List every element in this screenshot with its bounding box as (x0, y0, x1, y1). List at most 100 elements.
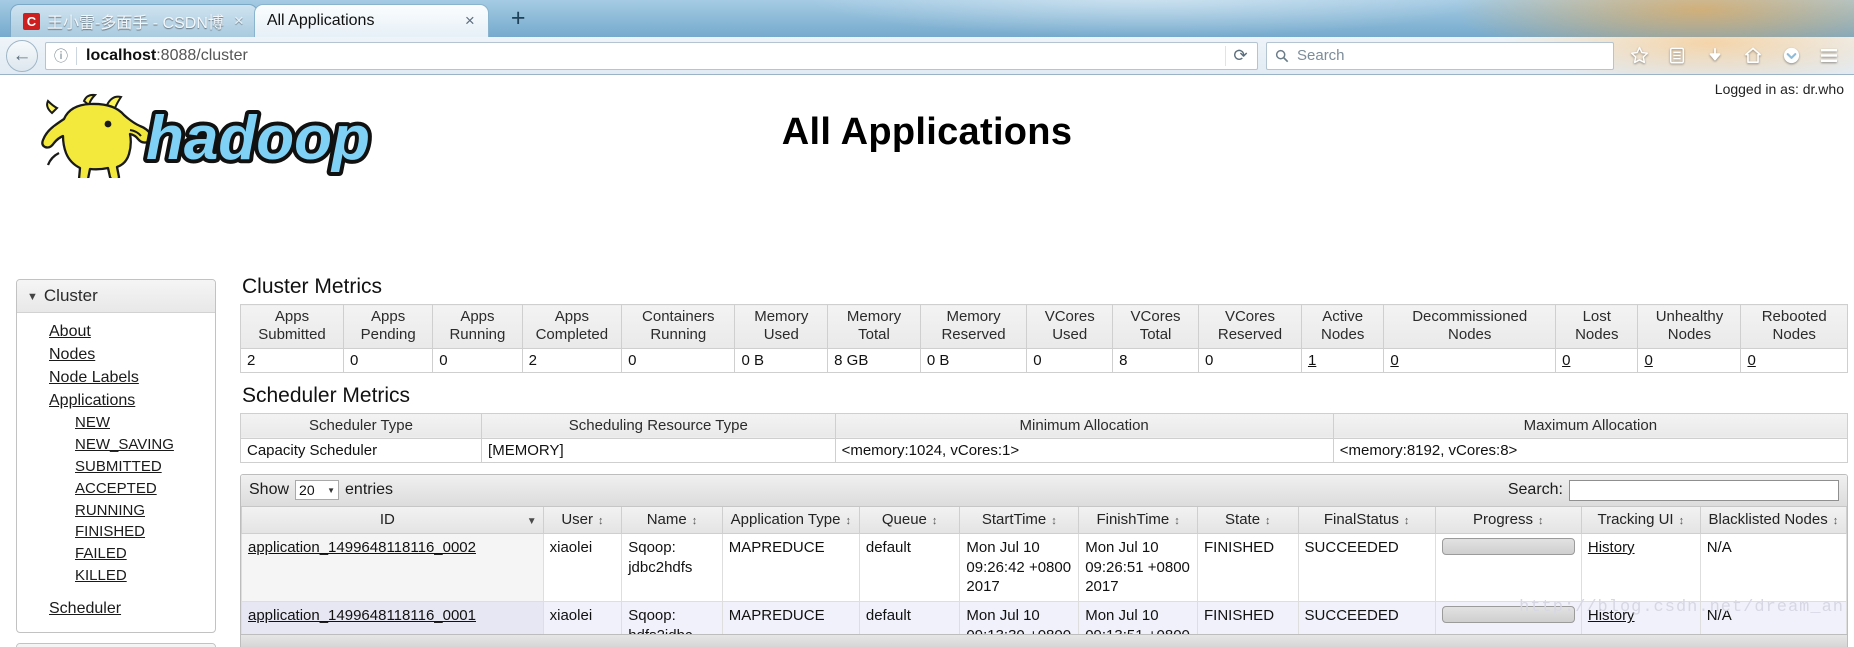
search-bar[interactable]: Search (1266, 41, 1614, 70)
sidebar-item-state-running[interactable]: RUNNING (17, 500, 215, 522)
tracking-ui-link[interactable]: History (1588, 539, 1635, 556)
cell-minimum-allocation: <memory:1024, vCores:1> (834, 437, 1334, 463)
sidebar-item-nodes[interactable]: Nodes (17, 343, 215, 366)
col-memory-total: Memory Total (827, 304, 921, 349)
sidebar-item-node-labels[interactable]: Node Labels (17, 366, 215, 389)
col-finish-time[interactable]: FinishTime ↕ (1078, 506, 1199, 534)
col-maximum-allocation: Maximum Allocation (1332, 412, 1849, 439)
sort-icon: ↕ (1174, 514, 1180, 527)
browser-tab-csdn[interactable]: C 王小雷-多面手 - CSDN博 × (10, 4, 258, 37)
col-memory-reserved: Memory Reserved (919, 304, 1028, 349)
url-bar[interactable]: ⓘ localhost:8088/cluster ⟳ (45, 41, 1258, 70)
rebooted-nodes-link[interactable]: 0 (1747, 352, 1755, 369)
application-id-link[interactable]: application_1499648118116_0001 (248, 607, 476, 624)
sort-icon: ↕ (598, 514, 604, 527)
col-vcores-total: VCores Total (1112, 304, 1199, 349)
col-state[interactable]: State ↕ (1197, 506, 1299, 534)
datatable-toolbar: Show 20 ▼ entries Search: (241, 474, 1847, 507)
sort-icon: ↕ (1832, 514, 1839, 527)
col-name[interactable]: Name ↕ (621, 506, 723, 534)
col-apps-pending: Apps Pending (342, 304, 434, 349)
table-row: 2 0 0 2 0 0 B 8 GB 0 B 0 8 0 1 0 0 0 0 (240, 347, 1848, 373)
sidebar: ▼ Cluster About Nodes Node Labels Applica… (16, 279, 216, 647)
col-apps-running: Apps Running (432, 304, 523, 349)
sidebar-item-state-killed[interactable]: KILLED (17, 565, 215, 587)
search-filter-control: Search: (1507, 479, 1839, 501)
cell-apps-running: 0 (432, 347, 523, 373)
back-icon[interactable]: ← (6, 39, 38, 72)
unhealthy-nodes-link[interactable]: 0 (1644, 352, 1652, 369)
bookmark-star-icon[interactable] (1620, 40, 1658, 72)
menu-icon[interactable] (1810, 40, 1848, 72)
sidebar-item-state-finished[interactable]: FINISHED (17, 521, 215, 543)
logged-in-status: Logged in as: dr.who (1714, 81, 1844, 97)
sync-icon[interactable] (1772, 40, 1810, 72)
col-unhealthy-nodes: Unhealthy Nodes (1637, 304, 1742, 349)
col-id[interactable]: ID ▼ (241, 506, 544, 534)
col-start-time[interactable]: StartTime ↕ (959, 506, 1080, 534)
sort-icon: ↕ (691, 514, 698, 527)
sidebar-item-state-new-saving[interactable]: NEW_SAVING (17, 434, 215, 456)
entries-label: entries (345, 481, 394, 499)
page-length-select[interactable]: 20 ▼ (295, 480, 340, 501)
tracking-ui-link[interactable]: History (1588, 607, 1635, 624)
table-row: application_1499648118116_0002 xiaolei S… (241, 532, 1847, 603)
csdn-favicon-icon: C (23, 12, 40, 30)
download-icon[interactable] (1696, 40, 1734, 72)
lost-nodes-link[interactable]: 0 (1562, 352, 1570, 369)
sort-icon: ↕ (1051, 514, 1057, 527)
col-queue[interactable]: Queue ↕ (858, 506, 961, 534)
info-icon[interactable]: ⓘ (54, 46, 68, 66)
sidebar-item-state-failed[interactable]: FAILED (17, 543, 215, 565)
col-application-type[interactable]: Application Type ↕ (721, 506, 860, 534)
url-text: localhost:8088/cluster (86, 47, 1225, 65)
new-tab-button[interactable]: + (495, 6, 542, 37)
sidebar-item-applications[interactable]: Applications (17, 389, 215, 412)
show-label: Show (249, 481, 290, 499)
page-length-control: Show 20 ▼ entries (249, 480, 394, 501)
col-apps-completed: Apps Completed (521, 304, 623, 349)
cell-lost-nodes: 0 (1555, 347, 1639, 373)
decommissioned-nodes-link[interactable]: 0 (1390, 352, 1398, 369)
sort-icon: ↕ (1538, 514, 1544, 527)
sort-icon: ↕ (1265, 514, 1271, 527)
col-blacklisted-nodes[interactable]: Blacklisted Nodes ↕ (1699, 506, 1847, 534)
col-final-status[interactable]: FinalStatus ↕ (1297, 506, 1436, 534)
chevron-down-icon: ▼ (27, 290, 38, 303)
search-label: Search: (1507, 481, 1563, 499)
sort-icon: ↕ (1403, 514, 1410, 527)
sidebar-item-state-accepted[interactable]: ACCEPTED (17, 478, 215, 500)
cell-scheduling-resource-type: [MEMORY] (481, 437, 836, 463)
col-containers-running: Containers Running (621, 304, 736, 349)
progress-bar (1441, 537, 1575, 555)
close-icon[interactable]: × (462, 11, 478, 31)
tab-strip: C 王小雷-多面手 - CSDN博 × All Applications × + (0, 0, 1854, 37)
reload-icon[interactable]: ⟳ (1225, 45, 1255, 66)
cell-memory-total: 8 GB (827, 347, 921, 373)
home-icon[interactable] (1734, 40, 1772, 72)
active-nodes-link[interactable]: 1 (1308, 352, 1316, 369)
sidebar-item-about[interactable]: About (17, 320, 215, 343)
col-tracking-ui[interactable]: Tracking UI ↕ (1580, 506, 1701, 534)
browser-tab-all-applications[interactable]: All Applications × (253, 4, 489, 37)
sidebar-item-state-submitted[interactable]: SUBMITTED (17, 456, 215, 478)
library-icon[interactable] (1658, 40, 1696, 72)
sidebar-item-state-new[interactable]: NEW (17, 412, 215, 434)
col-progress[interactable]: Progress ↕ (1434, 506, 1582, 534)
application-id-link[interactable]: application_1499648118116_0002 (248, 539, 476, 556)
cell-state: FINISHED (1197, 532, 1299, 603)
cell-apps-submitted: 2 (240, 347, 344, 373)
toolbar-icons (1620, 40, 1848, 72)
main-content: Cluster Metrics Apps Submitted Apps Pend… (239, 275, 1849, 647)
sidebar-cluster-header[interactable]: ▼ Cluster (17, 280, 215, 313)
navigation-toolbar: ← ⓘ localhost:8088/cluster ⟳ Search (0, 37, 1854, 75)
search-input[interactable] (1569, 479, 1839, 501)
sidebar-item-scheduler[interactable]: Scheduler (17, 597, 215, 620)
col-user[interactable]: User ↕ (542, 506, 623, 534)
url-divider (76, 46, 77, 65)
close-icon[interactable]: × (231, 11, 247, 31)
page-title: All Applications (781, 111, 1073, 153)
scheduler-metrics-table: Scheduler Type Scheduling Resource Type … (239, 412, 1849, 463)
scheduler-metrics-title: Scheduler Metrics (242, 383, 411, 407)
cell-start-time: Mon Jul 10 09:26:42 +0800 2017 (959, 532, 1080, 603)
